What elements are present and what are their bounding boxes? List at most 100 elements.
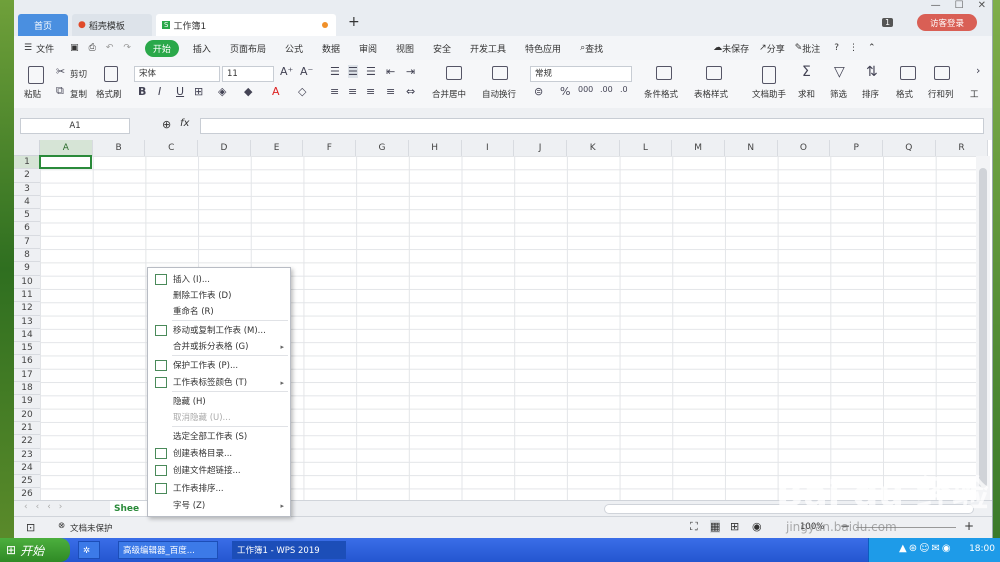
- taskbar-item-wps[interactable]: 工作簿1 - WPS 2019: [232, 541, 346, 559]
- row-header-6[interactable]: 6: [14, 222, 40, 236]
- menu-formula[interactable]: 公式: [285, 42, 303, 55]
- protect-status[interactable]: 文档未保护: [70, 522, 113, 534]
- font-shrink-icon[interactable]: A⁻: [300, 65, 313, 78]
- undo-icon[interactable]: ↶: [106, 43, 114, 53]
- collapse-ribbon-icon[interactable]: ⌃: [868, 43, 876, 53]
- decimal-decrease-icon[interactable]: .0: [620, 85, 628, 94]
- column-header-f[interactable]: F: [303, 140, 357, 156]
- help-icon[interactable]: ?: [834, 43, 839, 53]
- context-menu-item-13[interactable]: 字号 (Z) ▸: [148, 498, 290, 514]
- login-button[interactable]: 访客登录: [917, 14, 977, 31]
- normal-view-icon[interactable]: ▦: [710, 520, 721, 533]
- font-family-select[interactable]: 宋体: [134, 66, 220, 82]
- row-header-20[interactable]: 20: [14, 409, 40, 422]
- column-header-d[interactable]: D: [198, 140, 251, 156]
- new-tab-plus-icon[interactable]: +: [348, 14, 360, 30]
- share-button[interactable]: 分享: [767, 42, 785, 55]
- percent-icon[interactable]: %: [560, 85, 570, 98]
- name-box[interactable]: A1: [20, 118, 130, 134]
- menu-file[interactable]: 文件: [36, 42, 54, 55]
- scissors-icon[interactable]: ✂: [56, 65, 65, 78]
- menu-features[interactable]: 特色应用: [525, 42, 561, 55]
- menu-security[interactable]: 安全: [433, 42, 451, 55]
- align-bottom-icon[interactable]: ☰: [366, 65, 376, 78]
- start-button[interactable]: ⊞ 开始: [0, 538, 70, 562]
- align-center-icon[interactable]: ≡: [348, 85, 357, 98]
- zoom-in-icon[interactable]: +: [964, 519, 974, 533]
- unsaved-status[interactable]: 未保存: [722, 42, 749, 55]
- conditional-format-icon[interactable]: [656, 66, 672, 80]
- context-menu-item-4[interactable]: 合并或拆分表格 (G) ▸: [148, 339, 290, 355]
- menu-search[interactable]: 查找: [585, 42, 603, 55]
- column-header-m[interactable]: M: [672, 140, 725, 156]
- macro-icon[interactable]: ⊡: [26, 521, 35, 534]
- maximize-icon[interactable]: ☐: [955, 0, 964, 11]
- menu-data[interactable]: 数据: [322, 42, 340, 55]
- font-size-select[interactable]: 11: [222, 66, 274, 82]
- context-menu-item-3[interactable]: 移动或复制工作表 (M)...: [148, 323, 290, 339]
- merge-center-button[interactable]: 合并居中: [432, 88, 466, 100]
- column-header-i[interactable]: I: [462, 140, 515, 156]
- decimal-increase-icon[interactable]: .00: [600, 85, 613, 94]
- menu-review[interactable]: 审阅: [359, 42, 377, 55]
- row-header-22[interactable]: 22: [14, 435, 40, 449]
- column-header-g[interactable]: G: [356, 140, 409, 156]
- column-header-c[interactable]: C: [145, 140, 199, 156]
- context-menu-item-5[interactable]: 保护工作表 (P)...: [148, 358, 290, 374]
- table-style-button[interactable]: 表格样式: [694, 88, 728, 100]
- menu-start[interactable]: 开始: [144, 39, 179, 57]
- row-header-7[interactable]: 7: [14, 236, 40, 250]
- column-header-o[interactable]: O: [778, 140, 831, 156]
- row-column-button[interactable]: 行和列: [928, 88, 954, 100]
- taskbar-item-browser[interactable]: 高级编辑器_百度...: [118, 541, 218, 559]
- formula-input[interactable]: [200, 118, 984, 134]
- tab-template[interactable]: ● 稻壳模板: [72, 14, 152, 36]
- fx-icon[interactable]: fx: [180, 118, 189, 129]
- doc-helper-icon[interactable]: [762, 66, 776, 84]
- clear-format-icon[interactable]: ◇: [298, 85, 306, 98]
- merge-center-icon[interactable]: [446, 66, 462, 80]
- column-header-j[interactable]: J: [514, 140, 567, 156]
- sum-icon[interactable]: Σ: [802, 64, 811, 80]
- column-header-b[interactable]: B: [93, 140, 146, 156]
- copy-icon[interactable]: ⧉: [56, 84, 64, 98]
- quick-launch-icon[interactable]: ✲: [78, 541, 100, 559]
- vertical-scrollbar[interactable]: [976, 156, 990, 500]
- context-menu-item-6[interactable]: 工作表标签颜色 (T) ▸: [148, 375, 290, 391]
- sum-button[interactable]: 求和: [798, 88, 815, 100]
- print-icon[interactable]: ⎙: [89, 43, 96, 53]
- row-header-24[interactable]: 24: [14, 462, 40, 476]
- table-style-icon[interactable]: [706, 66, 722, 80]
- select-all-corner[interactable]: [14, 140, 40, 156]
- copy-button[interactable]: 复制: [70, 88, 87, 100]
- format-painter-icon[interactable]: [104, 66, 118, 82]
- fullscreen-icon[interactable]: ⛶: [690, 520, 698, 534]
- context-menu-item-1[interactable]: 删除工作表 (D): [148, 288, 290, 304]
- row-column-icon[interactable]: [934, 66, 950, 80]
- italic-icon[interactable]: I: [158, 85, 161, 98]
- menu-insert[interactable]: 插入: [193, 42, 211, 55]
- sort-icon[interactable]: ⇅: [866, 64, 878, 80]
- column-header-a[interactable]: A: [40, 140, 93, 156]
- bold-icon[interactable]: B: [138, 85, 146, 98]
- row-header-11[interactable]: 11: [14, 289, 40, 303]
- row-header-5[interactable]: 5: [14, 209, 40, 223]
- row-header-12[interactable]: 12: [14, 302, 40, 316]
- tab-workbook[interactable]: S 工作簿1: [156, 14, 336, 36]
- context-menu-item-0[interactable]: 插入 (I)...: [148, 272, 290, 288]
- underline-icon[interactable]: U: [176, 85, 184, 98]
- minimize-icon[interactable]: —: [931, 0, 941, 11]
- number-format-select[interactable]: 常规: [530, 66, 632, 82]
- row-header-26[interactable]: 26: [14, 488, 40, 500]
- align-right-icon[interactable]: ≡: [366, 85, 375, 98]
- font-color-icon[interactable]: A: [272, 85, 280, 98]
- row-header-3[interactable]: 3: [14, 183, 40, 196]
- align-middle-icon[interactable]: ☰: [348, 65, 358, 78]
- row-header-8[interactable]: 8: [14, 249, 40, 263]
- wrap-text-icon[interactable]: [492, 66, 508, 80]
- border-icon[interactable]: ⊞: [194, 85, 203, 98]
- currency-icon[interactable]: ⊜: [534, 85, 543, 98]
- active-cell-a1[interactable]: [39, 155, 92, 169]
- context-menu-item-11[interactable]: 创建文件超链接...: [148, 463, 290, 479]
- comma-icon[interactable]: 000: [578, 85, 593, 94]
